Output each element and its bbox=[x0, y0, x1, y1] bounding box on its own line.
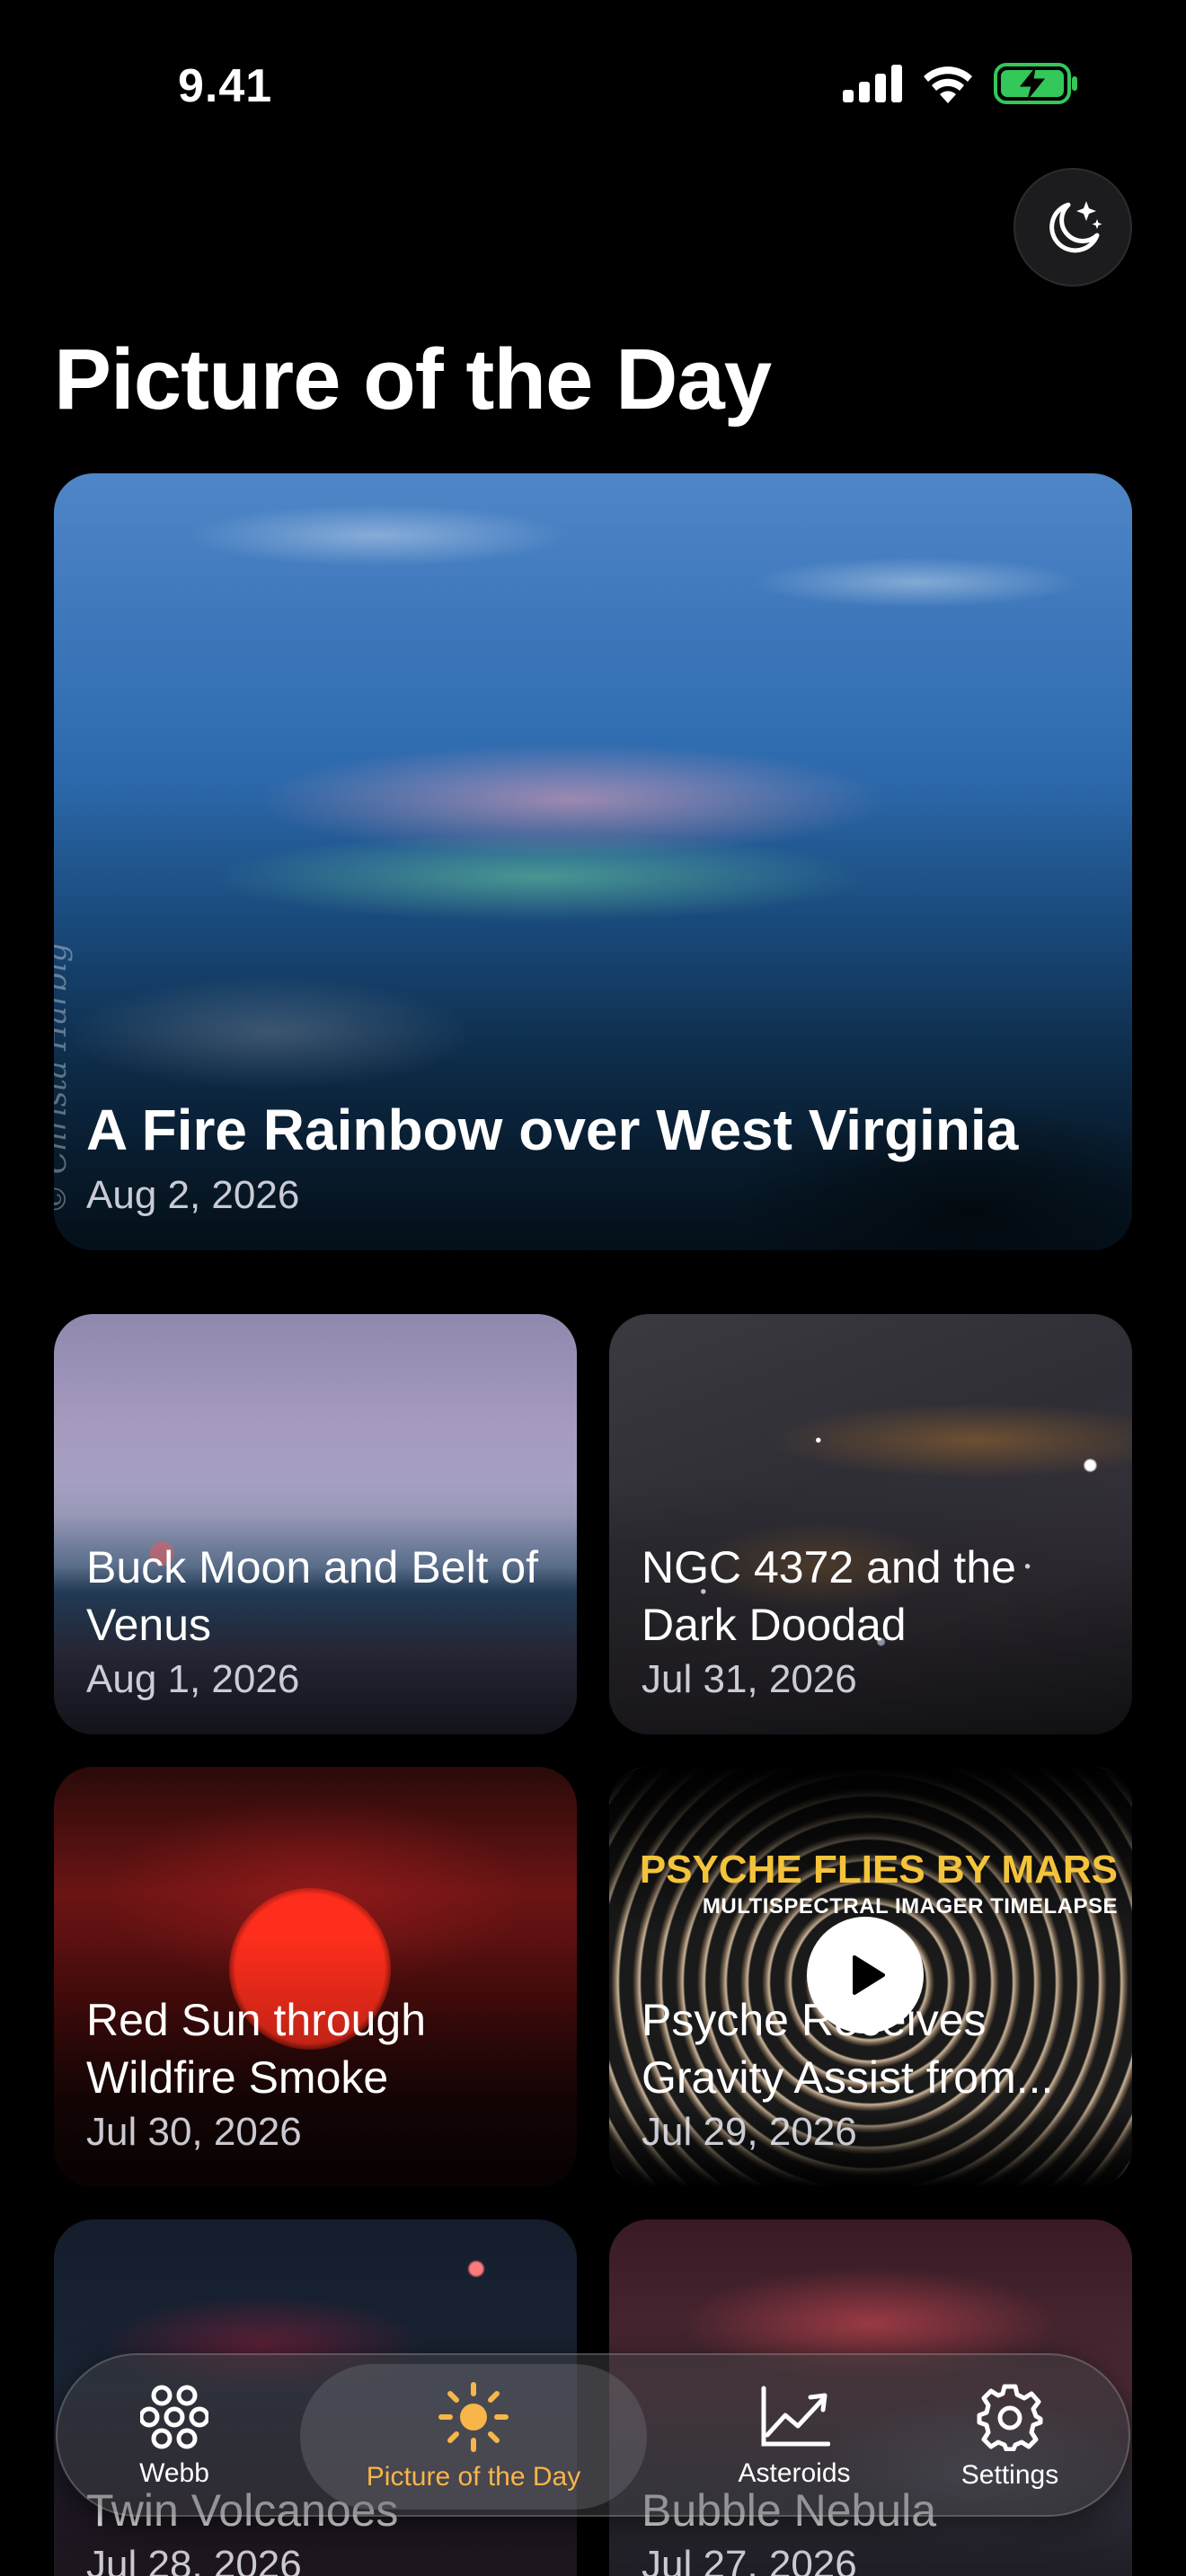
page-title: Picture of the Day bbox=[54, 331, 772, 428]
card-title: NGC 4372 and the Dark Doodad bbox=[642, 1542, 1016, 1650]
hero-caption: A Fire Rainbow over West Virginia Aug 2,… bbox=[86, 1096, 1105, 1218]
tab-label: Picture of the Day bbox=[366, 2462, 581, 2492]
tab-settings[interactable]: Settings bbox=[920, 2364, 1100, 2510]
video-heading-title: PSYCHE FLIES BY MARS bbox=[639, 1848, 1118, 1892]
card-title: Buck Moon and Belt of Venus bbox=[86, 1542, 539, 1650]
theme-toggle-button[interactable] bbox=[1013, 168, 1132, 287]
card-date: Jul 28, 2026 bbox=[86, 2543, 302, 2576]
moon-stars-icon bbox=[1049, 201, 1102, 253]
hero-picture-card[interactable]: © Christa Harbig A Fire Rainbow over Wes… bbox=[54, 473, 1132, 1250]
card-title: Psyche Receives Gravity Assist from... bbox=[642, 1995, 1054, 2103]
card-caption: Buck Moon and Belt of Venus Aug 1, 2026 bbox=[86, 1539, 550, 1702]
app-screen: 9.41 Picture of the Day Christa Harbig A… bbox=[0, 0, 1186, 2576]
tab-label: Asteroids bbox=[738, 2458, 851, 2488]
picture-card[interactable]: Buck Moon and Belt of Venus Aug 1, 2026 bbox=[54, 1314, 577, 1734]
card-date: Aug 1, 2026 bbox=[86, 1657, 300, 1701]
card-caption: NGC 4372 and the Dark Doodad Jul 31, 202… bbox=[642, 1539, 1105, 1702]
chart-line-icon bbox=[761, 2386, 830, 2447]
status-time: 9.41 bbox=[178, 60, 273, 112]
card-date: Jul 27, 2026 bbox=[642, 2543, 857, 2576]
hero-title: A Fire Rainbow over West Virginia bbox=[86, 1098, 1019, 1162]
card-title: Red Sun through Wildfire Smoke bbox=[86, 1995, 427, 2103]
video-heading-subtitle: MULTISPECTRAL IMAGER TIMELAPSE bbox=[702, 1894, 1118, 1919]
tab-label: Webb bbox=[139, 2458, 209, 2488]
tab-webb[interactable]: Webb bbox=[93, 2364, 255, 2510]
hexagon-cluster-icon bbox=[140, 2385, 208, 2449]
video-card[interactable]: PSYCHE FLIES BY MARS MULTISPECTRAL IMAGE… bbox=[609, 1767, 1132, 2187]
video-heading: PSYCHE FLIES BY MARS MULTISPECTRAL IMAGE… bbox=[640, 1848, 1118, 1919]
tab-picture-of-the-day[interactable]: Picture of the Day bbox=[300, 2364, 647, 2510]
wifi-icon bbox=[924, 66, 972, 103]
picture-card[interactable]: NGC 4372 and the Dark Doodad Jul 31, 202… bbox=[609, 1314, 1132, 1734]
cellular-signal-icon bbox=[843, 65, 902, 102]
battery-charging-icon bbox=[994, 63, 1077, 104]
hero-date: Aug 2, 2026 bbox=[86, 1173, 300, 1217]
card-date: Jul 29, 2026 bbox=[642, 2110, 857, 2154]
card-caption: Red Sun through Wildfire Smoke Jul 30, 2… bbox=[86, 1991, 550, 2155]
card-date: Jul 31, 2026 bbox=[642, 1657, 857, 1701]
sun-icon bbox=[438, 2382, 509, 2452]
card-caption: Psyche Receives Gravity Assist from... J… bbox=[642, 1991, 1105, 2155]
tab-bar: Webb Picture of the Day Asteroids Settin… bbox=[56, 2353, 1130, 2517]
tab-asteroids[interactable]: Asteroids bbox=[686, 2364, 902, 2510]
tab-label: Settings bbox=[960, 2460, 1059, 2490]
photo-credit-watermark: © Christa Harbig bbox=[54, 942, 74, 1214]
card-date: Jul 30, 2026 bbox=[86, 2110, 302, 2154]
status-icons bbox=[843, 63, 1078, 104]
gear-icon bbox=[977, 2384, 1043, 2451]
picture-card[interactable]: Red Sun through Wildfire Smoke Jul 30, 2… bbox=[54, 1767, 577, 2187]
